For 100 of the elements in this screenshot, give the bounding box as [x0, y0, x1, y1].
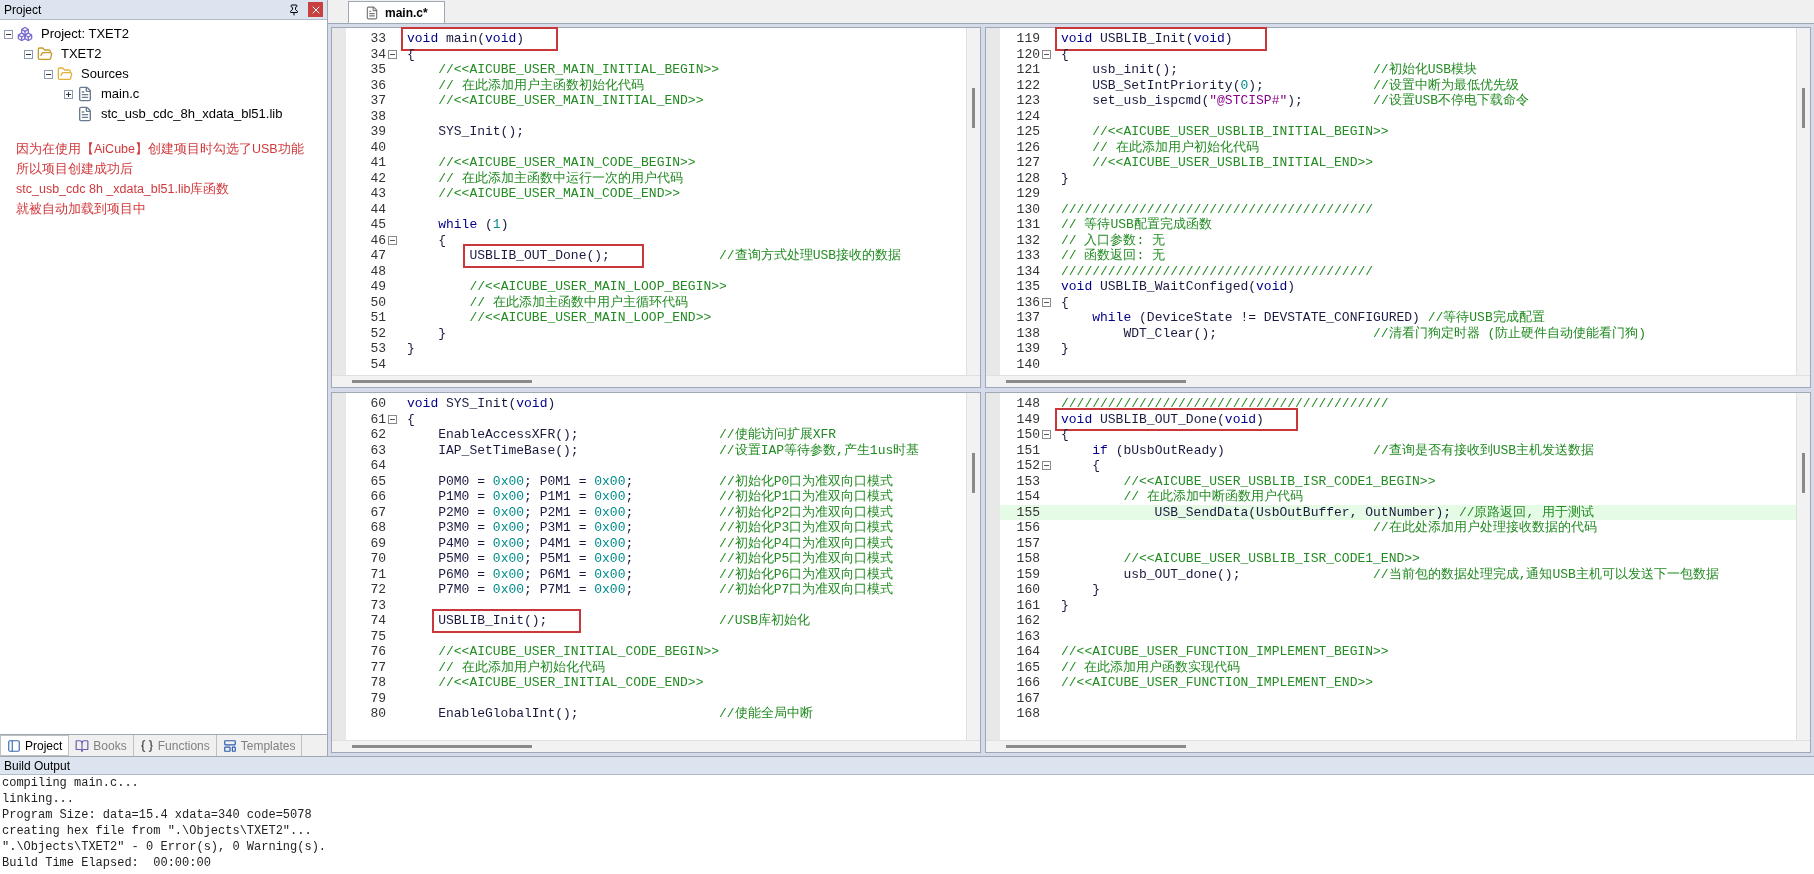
- code-line: //////////////////////////////////////////: [1060, 396, 1389, 411]
- line-number: 156: [1015, 520, 1040, 536]
- code-line: // 在此添加中断函数用户代码: [1122, 489, 1303, 504]
- fold-toggle[interactable]: [388, 49, 397, 59]
- code-line: }: [1060, 341, 1069, 356]
- line-number: 149: [1015, 411, 1040, 427]
- collapse-toggle[interactable]: [44, 69, 53, 79]
- fold-toggle[interactable]: [388, 235, 397, 245]
- line-number: 154: [1015, 489, 1040, 505]
- code-line: //在此处添加用户处理接收数据的代码: [1372, 520, 1597, 535]
- tree-item[interactable]: TXET2: [61, 44, 102, 64]
- code-line: }: [1060, 170, 1069, 186]
- line-number: 153: [1015, 473, 1040, 489]
- line-number: 151: [1015, 442, 1040, 458]
- line-number: 139: [1015, 341, 1040, 357]
- scrollbar-thumb[interactable]: [1006, 745, 1186, 748]
- line-number: 47: [369, 248, 386, 264]
- line-number: 121: [1015, 62, 1040, 78]
- scrollbar-thumb[interactable]: [972, 88, 975, 128]
- panel-tab[interactable]: Project: [0, 735, 70, 756]
- file-icon: [77, 86, 93, 102]
- code-line: P6M0 = 0x00; P6M1 = 0x00; //初始化P6口为准双向口模式: [437, 566, 894, 582]
- line-number: 132: [1015, 232, 1040, 248]
- code-line: // 等待USB配置完成函数: [1060, 217, 1212, 232]
- code-line: set_usb_ispcmd("@STCISP#"); //设置USB不停电下载命令: [1091, 93, 1530, 108]
- code-line: P4M0 = 0x00; P4M1 = 0x00; //初始化P4口为准双向口模式: [437, 535, 894, 551]
- code-line: while (1): [437, 217, 509, 232]
- output-line: linking...: [2, 791, 75, 807]
- fold-toggle[interactable]: [1042, 297, 1051, 307]
- line-number: 165: [1015, 659, 1040, 675]
- code-line: P3M0 = 0x00; P3M1 = 0x00; //初始化P3口为准双向口模式: [437, 520, 894, 535]
- line-number: 70: [369, 551, 386, 567]
- line-number: 126: [1015, 139, 1040, 155]
- line-number: 76: [369, 644, 386, 660]
- line-number: 36: [369, 77, 386, 93]
- line-number: 123: [1015, 93, 1040, 109]
- scrollbar-thumb[interactable]: [972, 453, 975, 493]
- braces-icon: [139, 738, 154, 753]
- code-line: P1M0 = 0x00; P1M1 = 0x00; //初始化P1口为准双向口模式: [437, 489, 894, 504]
- line-number: 65: [369, 473, 386, 489]
- line-number: 62: [369, 427, 386, 443]
- code-line: USB_SendData(UsbOutBuffer, OutNumber); //原路返回, 用于测试: [1153, 504, 1595, 520]
- scrollbar-thumb[interactable]: [1006, 380, 1186, 383]
- scrollbar-thumb[interactable]: [1802, 88, 1805, 128]
- tree-item[interactable]: Project: TXET2: [41, 24, 129, 44]
- code-line: usb_init(); //初始化USB模块: [1091, 62, 1478, 77]
- line-number: 40: [369, 139, 386, 155]
- code-line: // 在此添加用户主函数初始化代码: [437, 77, 644, 93]
- line-number: 128: [1015, 170, 1040, 186]
- line-number: 150: [1015, 427, 1040, 443]
- code-line: //<<AICUBE_USER_MAIN_LOOP_END>>: [468, 310, 712, 325]
- line-number: 163: [1015, 628, 1040, 644]
- line-number: 74: [369, 613, 386, 629]
- line-number: 37: [369, 93, 386, 109]
- code-line: usb_OUT_done(); //当前包的数据处理完成,通知USB主机可以发送下一包数据: [1122, 566, 1719, 582]
- line-number: 164: [1015, 644, 1040, 660]
- code-line: //<<AICUBE_USER_INITIAL_CODE_END>>: [437, 675, 704, 690]
- line-number: 129: [1015, 186, 1040, 202]
- line-number: 45: [369, 217, 386, 233]
- code-line: {: [1060, 46, 1069, 62]
- code-line: P5M0 = 0x00; P5M1 = 0x00; //初始化P5口为准双向口模式: [437, 551, 894, 566]
- pin-icon[interactable]: [288, 3, 300, 16]
- output-line: compiling main.c...: [2, 775, 140, 791]
- tree-item[interactable]: stc_usb_cdc_8h_xdata_bl51.lib: [101, 104, 283, 124]
- fold-toggle[interactable]: [1042, 430, 1051, 440]
- scrollbar-thumb[interactable]: [1802, 453, 1805, 493]
- line-number: 44: [369, 201, 386, 217]
- line-number: 131: [1015, 217, 1040, 233]
- line-number: 75: [369, 628, 386, 644]
- tree-item[interactable]: main.c: [101, 84, 140, 104]
- line-number: 138: [1015, 325, 1040, 341]
- folder-icon: [37, 46, 53, 62]
- code-line: }: [1060, 597, 1069, 613]
- line-number: 38: [369, 108, 386, 124]
- code-line: IAP_SetTimeBase(); //设置IAP等待参数,产生1us时基: [437, 442, 920, 458]
- code-line: SYS_Init();: [437, 124, 525, 139]
- tree-item[interactable]: Sources: [81, 64, 129, 84]
- code-line: void USBLIB_OUT_Done(void): [1060, 411, 1264, 427]
- code-line: void USBLIB_WaitConfiged(void): [1060, 279, 1296, 294]
- code-line: EnableAccessXFR(); //使能访问扩展XFR: [437, 427, 837, 442]
- fold-toggle[interactable]: [388, 414, 397, 424]
- project-icon: [7, 738, 21, 753]
- scrollbar-thumb[interactable]: [352, 745, 532, 748]
- line-number: 72: [369, 582, 386, 598]
- line-number: 125: [1015, 124, 1040, 140]
- output-line: creating hex file from ".\Objects\TXET2"...: [2, 823, 313, 839]
- line-number: 66: [369, 489, 386, 505]
- code-line: ////////////////////////////////////////: [1060, 201, 1374, 217]
- file-icon: [365, 5, 379, 20]
- folder-icon: [57, 66, 73, 82]
- fold-toggle[interactable]: [1042, 49, 1051, 59]
- fold-toggle[interactable]: [1042, 461, 1051, 471]
- template-icon: [222, 738, 237, 753]
- collapse-toggle[interactable]: [4, 29, 13, 39]
- scrollbar-thumb[interactable]: [352, 380, 532, 383]
- close-button[interactable]: [308, 2, 323, 17]
- editor-tab[interactable]: main.c*: [348, 1, 445, 23]
- collapse-toggle[interactable]: [24, 49, 33, 59]
- code-line: P0M0 = 0x00; P0M1 = 0x00; //初始化P0口为准双向口模式: [437, 473, 894, 489]
- expand-toggle[interactable]: [64, 89, 73, 99]
